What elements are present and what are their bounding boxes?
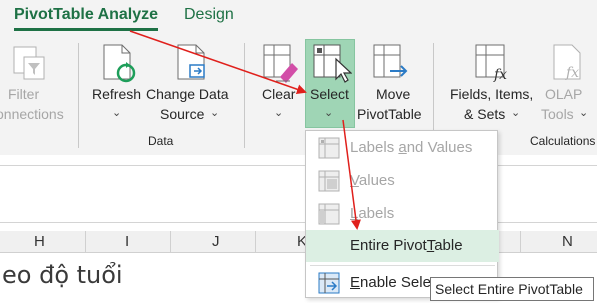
chevron-down-icon: ⌄ [274, 107, 284, 119]
chevron-down-icon: ⌄ [511, 107, 521, 119]
select-button[interactable]: Select ⌄ [305, 39, 355, 128]
select-dropdown-menu: Labels and Values Values Labels Entire P… [305, 130, 499, 298]
source-label: Source [160, 106, 205, 122]
connections-label: onnections [0, 106, 64, 122]
column-divider [85, 231, 86, 253]
column-header-n[interactable]: N [562, 233, 573, 250]
olap-tools-icon: fx [553, 44, 581, 81]
clear-icon [263, 44, 298, 83]
tooltip: Select Entire PivotTable [430, 277, 594, 301]
menu-item-labels-and-values[interactable]: Labels and Values [306, 132, 499, 164]
chevron-down-icon: ⌄ [112, 107, 122, 119]
labels-icon [318, 203, 340, 225]
chevron-down-icon: ⌄ [579, 107, 589, 119]
menu-item-entire-pivottable[interactable]: Entire PivotTable [306, 230, 499, 262]
menu-item-labels[interactable]: Labels [306, 198, 499, 230]
olap-label: OLAP [545, 86, 583, 102]
cell-content[interactable]: eo độ tuổi [2, 261, 123, 289]
filter-label: Filter [8, 86, 40, 102]
fields-items-sets-icon: fx [475, 44, 507, 83]
calculations-group-label: Calculations [530, 134, 596, 148]
fields-items-label: Fields, Items, [450, 86, 534, 102]
ribbon-tabs: PivotTable Analyze Design [0, 0, 597, 35]
values-icon [318, 170, 340, 192]
svg-text:fx: fx [493, 67, 507, 83]
chevron-down-icon: ⌄ [324, 107, 334, 119]
chevron-down-icon: ⌄ [210, 107, 220, 119]
separator [244, 43, 245, 148]
sets-label: & Sets [464, 106, 506, 122]
change-data-source-icon [177, 44, 205, 80]
data-group-label: Data [148, 134, 174, 148]
menu-item-values[interactable]: Values [306, 165, 499, 197]
column-divider [170, 231, 171, 253]
select-icon [313, 44, 352, 83]
column-divider [520, 231, 521, 253]
column-header-h[interactable]: H [34, 233, 45, 250]
formula-bar[interactable] [0, 165, 597, 223]
column-headers: H I J K N [0, 231, 597, 253]
column-header-i[interactable]: I [125, 233, 129, 250]
refresh-label: Refresh [92, 86, 142, 102]
enable-selection-icon [318, 272, 340, 294]
separator [78, 43, 79, 148]
select-label: Select [310, 86, 349, 102]
column-header-j[interactable]: J [212, 233, 220, 250]
clear-label: Clear [262, 86, 296, 102]
move-pivottable-icon [373, 44, 408, 78]
refresh-icon [103, 44, 136, 83]
tab-design[interactable]: Design [184, 6, 234, 24]
svg-text:fx: fx [565, 65, 579, 81]
ribbon: Filter onnections Refresh ⌄ Change Data … [0, 35, 597, 155]
menu-separator [310, 265, 495, 266]
pivottable-label: PivotTable [357, 106, 422, 122]
change-data-label: Change Data [146, 86, 229, 102]
tab-pivottable-analyze[interactable]: PivotTable Analyze [14, 6, 159, 31]
column-divider [255, 231, 256, 253]
filter-connections-icon [13, 46, 45, 80]
tools-label: Tools [541, 106, 574, 122]
labels-and-values-icon [318, 137, 340, 159]
move-label: Move [376, 86, 411, 102]
